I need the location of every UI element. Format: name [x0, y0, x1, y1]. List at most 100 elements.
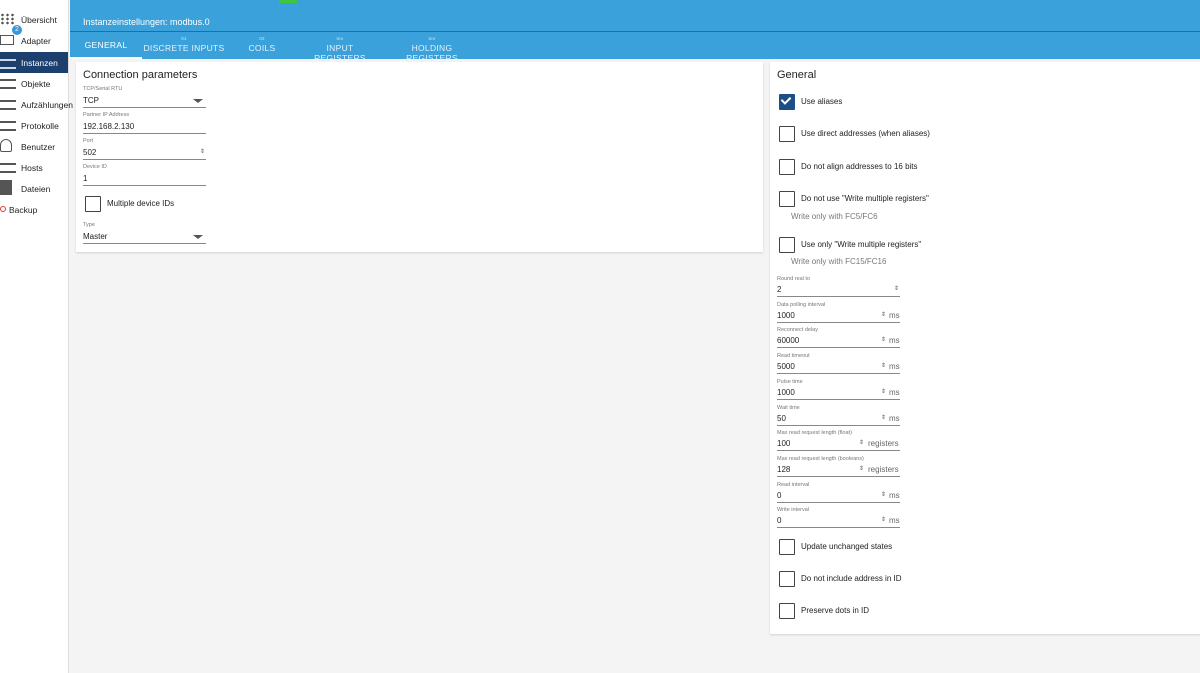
- no-address-in-id-label: Do not include address in ID: [801, 574, 902, 583]
- general-field-input[interactable]: 1000 ⇕ ms: [777, 387, 900, 400]
- connection-panel: Connection parameters TCP/Serial RTU TCP…: [76, 62, 763, 252]
- general-field-input[interactable]: 0 ⇕ ms: [777, 515, 900, 529]
- user-icon: [0, 139, 12, 152]
- device-label: Device ID: [83, 164, 107, 170]
- sidebar-item-label: Adapter: [21, 35, 51, 46]
- tab-discrete-inputs[interactable]: 01 DISCRETE INPUTS: [142, 32, 226, 59]
- stepper-icon[interactable]: ⇕: [881, 311, 886, 318]
- ip-input[interactable]: 192.168.2.130: [83, 121, 206, 134]
- store-icon: [0, 35, 14, 45]
- sidebar-item-instances[interactable]: Instanzen: [0, 52, 68, 73]
- stepper-icon[interactable]: ⇕: [881, 491, 886, 498]
- general-field-label: Wait time: [777, 404, 800, 411]
- chevron-down-icon: [193, 99, 203, 103]
- general-field-input[interactable]: 5000 ⇕ ms: [777, 361, 900, 375]
- preserve-dots-checkbox[interactable]: [779, 603, 795, 619]
- sidebar-item-label: Instanzen: [21, 57, 58, 68]
- sidebar-item-label: Objekte: [21, 78, 51, 89]
- general-field-input[interactable]: 128 ⇕ registers: [777, 464, 900, 477]
- no-write-multiple-helper: Write only with FC5/FC6: [791, 212, 878, 221]
- connection-title: Connection parameters: [83, 69, 198, 81]
- port-label: Port: [83, 138, 94, 144]
- general-field-label: Read timeout: [777, 353, 810, 360]
- sidebar: Übersicht Adapter 2 Instanzen Objekte Au…: [0, 0, 73, 673]
- general-field-input[interactable]: 1000 ⇕ ms: [777, 310, 900, 323]
- stepper-icon[interactable]: ⇕: [881, 516, 886, 523]
- general-field-value: 5000: [777, 362, 795, 372]
- general-field-input[interactable]: 50 ⇕ ms: [777, 413, 900, 426]
- general-field-input[interactable]: 0 ⇕ ms: [777, 490, 900, 503]
- only-write-multiple-helper: Write only with FC15/FC16: [791, 257, 887, 266]
- port-value: 502: [83, 148, 97, 157]
- direct-addresses-checkbox[interactable]: [779, 126, 795, 142]
- type-select[interactable]: Master: [83, 231, 206, 244]
- log-icon: [0, 121, 16, 131]
- stepper-icon[interactable]: ⇕: [200, 148, 205, 155]
- no-write-multiple-checkbox[interactable]: [779, 191, 795, 207]
- type-value: Master: [83, 232, 108, 241]
- multiple-device-ids-checkbox[interactable]: [85, 196, 101, 212]
- unit-label: registers: [868, 439, 899, 449]
- only-write-multiple-checkbox[interactable]: [779, 237, 795, 253]
- stepper-icon[interactable]: ⇕: [894, 285, 899, 292]
- tab-holding-registers[interactable]: tex HOLDING REGISTERS: [386, 32, 478, 63]
- unit-label: ms: [889, 413, 900, 423]
- stepper-icon[interactable]: ⇕: [881, 388, 886, 395]
- sidebar-item-logs[interactable]: Protokolle: [0, 115, 68, 136]
- no-write-multiple-label: Do not use "Write multiple registers": [801, 194, 929, 203]
- direct-addresses-label: Use direct addresses (when aliases): [801, 129, 930, 138]
- general-field-input[interactable]: 60000 ⇕ ms: [777, 335, 900, 349]
- enum-icon: [0, 100, 16, 110]
- device-input[interactable]: 1: [83, 173, 206, 186]
- sidebar-item-hosts[interactable]: Hosts: [0, 157, 68, 178]
- general-field-value: 128: [777, 464, 791, 474]
- general-field-label: Data polling interval: [777, 301, 826, 308]
- stepper-icon[interactable]: ⇕: [881, 336, 886, 343]
- stepper-icon[interactable]: ⇕: [859, 465, 864, 472]
- backup-icon: [0, 206, 6, 212]
- stepper-icon[interactable]: ⇕: [881, 414, 886, 421]
- tab-sub: tex: [336, 36, 344, 41]
- general-field-label: Reconnect delay: [777, 327, 818, 334]
- tab-label: DISCRETE INPUTS: [143, 43, 225, 53]
- sidebar-item-adapter[interactable]: Adapter: [0, 30, 68, 51]
- tab-input-registers[interactable]: tex INPUT REGISTERS: [301, 32, 379, 63]
- general-title: General: [777, 69, 817, 81]
- multiple-device-ids-label: Multiple device IDs: [107, 199, 175, 208]
- instances-icon: [0, 59, 16, 69]
- sidebar-item-backup[interactable]: Backup: [0, 199, 68, 220]
- file-icon: [0, 180, 12, 195]
- tcp-select[interactable]: TCP: [83, 95, 206, 108]
- status-indicator: [279, 0, 297, 3]
- general-field-value: 1000: [777, 310, 795, 320]
- sidebar-item-enums[interactable]: Aufzählungen: [0, 94, 73, 115]
- sidebar-item-label: Übersicht: [21, 14, 57, 25]
- stepper-icon[interactable]: ⇕: [859, 439, 864, 446]
- use-aliases-label: Use aliases: [801, 97, 843, 106]
- update-unchanged-label: Update unchanged states: [801, 542, 893, 551]
- general-field-input[interactable]: 2 ⇕: [777, 284, 900, 297]
- tcp-value: TCP: [83, 96, 99, 105]
- adapter-update-badge: 2: [12, 25, 22, 35]
- port-input[interactable]: 502 ⇕: [83, 147, 206, 160]
- stepper-icon[interactable]: ⇕: [881, 362, 886, 369]
- sidebar-item-users[interactable]: Benutzer: [0, 136, 68, 157]
- no-align-checkbox[interactable]: [779, 159, 795, 175]
- sidebar-item-overview[interactable]: Übersicht: [0, 9, 68, 30]
- tab-general[interactable]: GENERAL: [70, 32, 142, 59]
- use-aliases-checkbox[interactable]: [779, 94, 795, 110]
- general-field-value: 50: [777, 413, 786, 423]
- tab-coils[interactable]: 02 COILS: [240, 32, 284, 59]
- sidebar-item-objects[interactable]: Objekte: [0, 73, 68, 94]
- update-unchanged-checkbox[interactable]: [779, 539, 795, 555]
- sidebar-item-label: Backup: [9, 204, 38, 215]
- sidebar-item-label: Protokolle: [21, 120, 59, 131]
- sidebar-item-label: Dateien: [21, 183, 51, 194]
- tab-bar: GENERAL 01 DISCRETE INPUTS 02 COILS tex …: [70, 31, 1200, 63]
- tcp-label: TCP/Serial RTU: [83, 86, 123, 92]
- no-address-in-id-checkbox[interactable]: [779, 571, 795, 587]
- general-field-value: 0: [777, 516, 782, 526]
- sidebar-item-files[interactable]: Dateien: [0, 178, 68, 199]
- general-field-input[interactable]: 100 ⇕ registers: [777, 438, 900, 452]
- type-label: Type: [83, 222, 95, 228]
